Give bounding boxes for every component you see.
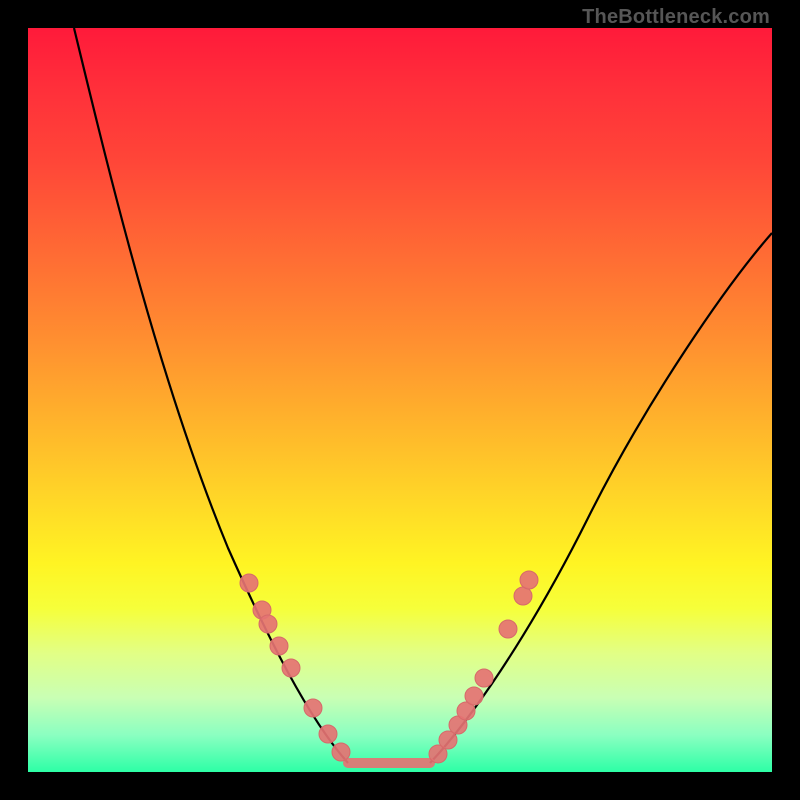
plot-area [28, 28, 772, 772]
right-markers [429, 571, 538, 763]
bottleneck-curve [28, 28, 772, 772]
left-curve-path [74, 28, 348, 763]
left-markers [240, 574, 350, 761]
chart-frame: TheBottleneck.com [0, 0, 800, 800]
attribution-text: TheBottleneck.com [582, 6, 770, 29]
